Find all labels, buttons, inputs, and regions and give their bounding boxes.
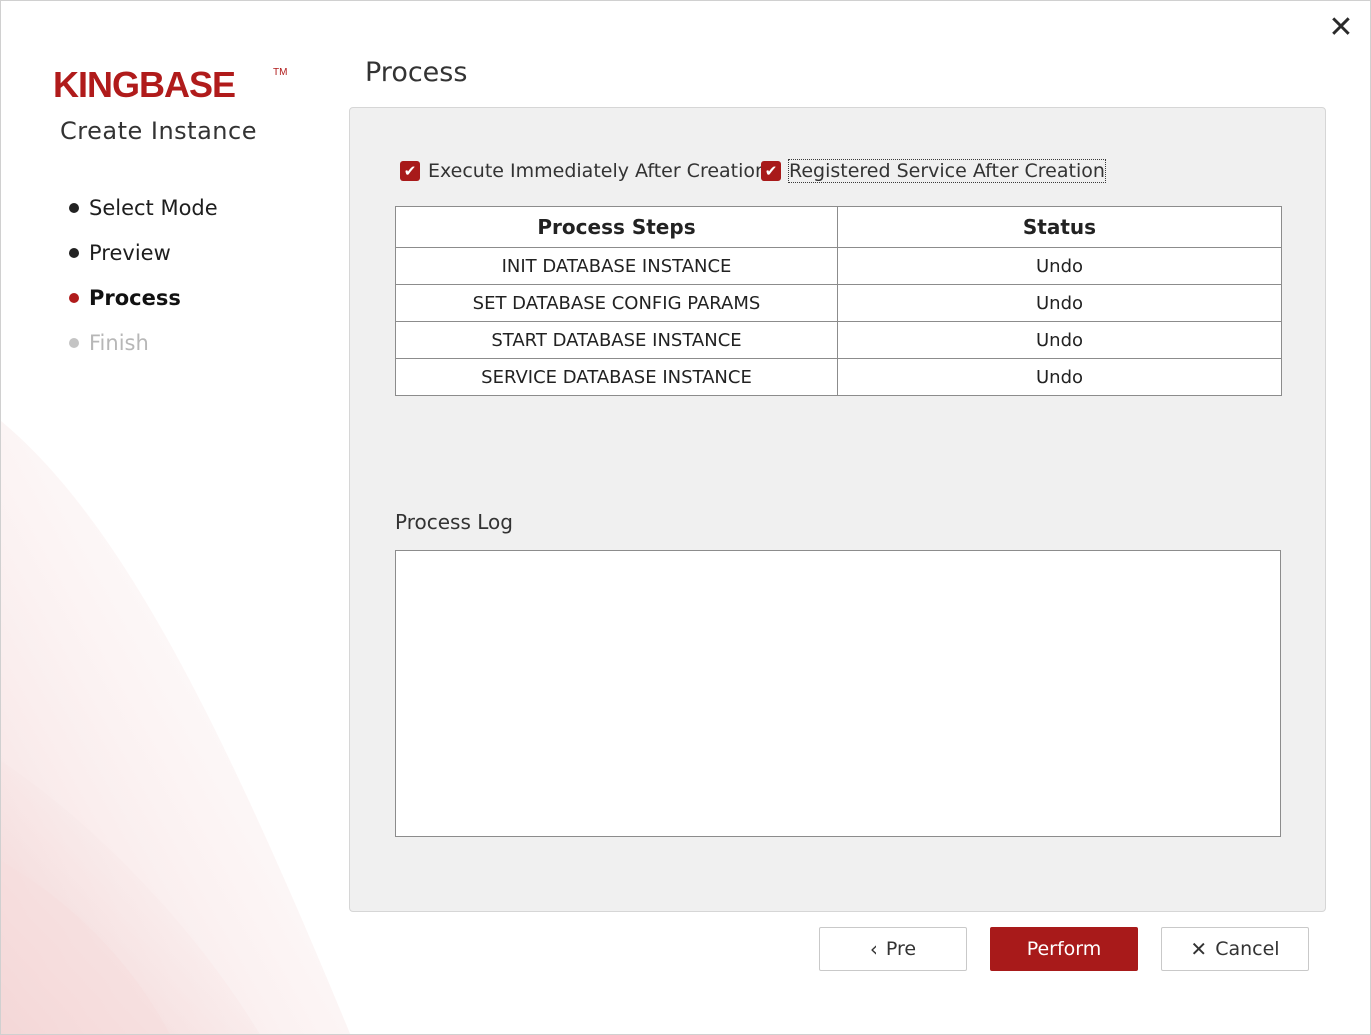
cancel-button-label: Cancel bbox=[1215, 938, 1280, 960]
cancel-button[interactable]: ✕ Cancel bbox=[1161, 927, 1309, 971]
status-cell: Undo bbox=[837, 358, 1282, 396]
wizard-steps: Select Mode Preview Process Finish bbox=[69, 185, 218, 365]
step-bullet-icon bbox=[69, 247, 79, 258]
perform-button-label: Perform bbox=[1026, 938, 1102, 960]
step-label: Select Mode bbox=[89, 195, 218, 220]
status-cell: Undo bbox=[837, 321, 1282, 359]
step-bullet-icon bbox=[69, 292, 79, 303]
step-finish: Finish bbox=[69, 320, 218, 365]
registered-service-checkbox[interactable]: ✔ Registered Service After Creation bbox=[761, 159, 1106, 183]
logo-text: KINGBASE bbox=[53, 64, 236, 105]
chevron-left-icon: ‹ bbox=[869, 937, 878, 961]
step-label: Preview bbox=[89, 240, 171, 265]
perform-button[interactable]: Perform bbox=[990, 927, 1138, 971]
process-steps-table: Process Steps Status INIT DATABASE INSTA… bbox=[395, 206, 1282, 396]
execute-immediately-checkbox[interactable]: ✔ Execute Immediately After Creation bbox=[400, 160, 767, 182]
status-cell: Undo bbox=[837, 284, 1282, 322]
table-row[interactable]: SET DATABASE CONFIG PARAMS Undo bbox=[395, 284, 1282, 322]
page-title: Process bbox=[365, 57, 468, 88]
status-cell: Undo bbox=[837, 247, 1282, 285]
step-preview: Preview bbox=[69, 230, 218, 275]
close-icon: ✕ bbox=[1190, 937, 1208, 961]
close-button[interactable]: ✕ bbox=[1326, 13, 1356, 43]
column-header-status: Status bbox=[837, 206, 1282, 248]
process-panel: ✔ Execute Immediately After Creation ✔ R… bbox=[349, 107, 1326, 912]
process-log-area[interactable] bbox=[395, 550, 1281, 837]
wizard-title: Create Instance bbox=[60, 117, 257, 145]
close-icon: ✕ bbox=[1328, 10, 1354, 45]
process-log-label: Process Log bbox=[395, 510, 513, 534]
kingbase-logo: KINGBASE TM bbox=[53, 65, 293, 105]
pre-button[interactable]: ‹ Pre bbox=[819, 927, 967, 971]
table-row[interactable]: START DATABASE INSTANCE Undo bbox=[395, 321, 1282, 359]
checkmark-icon: ✔ bbox=[400, 161, 420, 181]
column-header-process-steps: Process Steps bbox=[395, 206, 838, 248]
checkmark-icon: ✔ bbox=[761, 161, 781, 181]
table-header-row: Process Steps Status bbox=[395, 206, 1282, 248]
step-bullet-icon bbox=[69, 337, 79, 348]
step-process: Process bbox=[69, 275, 218, 320]
step-name-cell: START DATABASE INSTANCE bbox=[395, 321, 838, 359]
step-name-cell: INIT DATABASE INSTANCE bbox=[395, 247, 838, 285]
step-select-mode: Select Mode bbox=[69, 185, 218, 230]
table-row[interactable]: SERVICE DATABASE INSTANCE Undo bbox=[395, 358, 1282, 396]
checkbox-label: Registered Service After Creation bbox=[788, 159, 1106, 183]
step-name-cell: SET DATABASE CONFIG PARAMS bbox=[395, 284, 838, 322]
checkbox-label: Execute Immediately After Creation bbox=[428, 160, 768, 182]
step-name-cell: SERVICE DATABASE INSTANCE bbox=[395, 358, 838, 396]
step-bullet-icon bbox=[69, 202, 79, 213]
create-instance-dialog: ✕ KINGBASE TM Create Instance Select Mod… bbox=[0, 0, 1371, 1035]
pre-button-label: Pre bbox=[885, 938, 917, 960]
step-label: Process bbox=[89, 285, 181, 310]
step-label: Finish bbox=[89, 330, 149, 355]
table-row[interactable]: INIT DATABASE INSTANCE Undo bbox=[395, 247, 1282, 285]
logo-trademark: TM bbox=[273, 67, 288, 78]
